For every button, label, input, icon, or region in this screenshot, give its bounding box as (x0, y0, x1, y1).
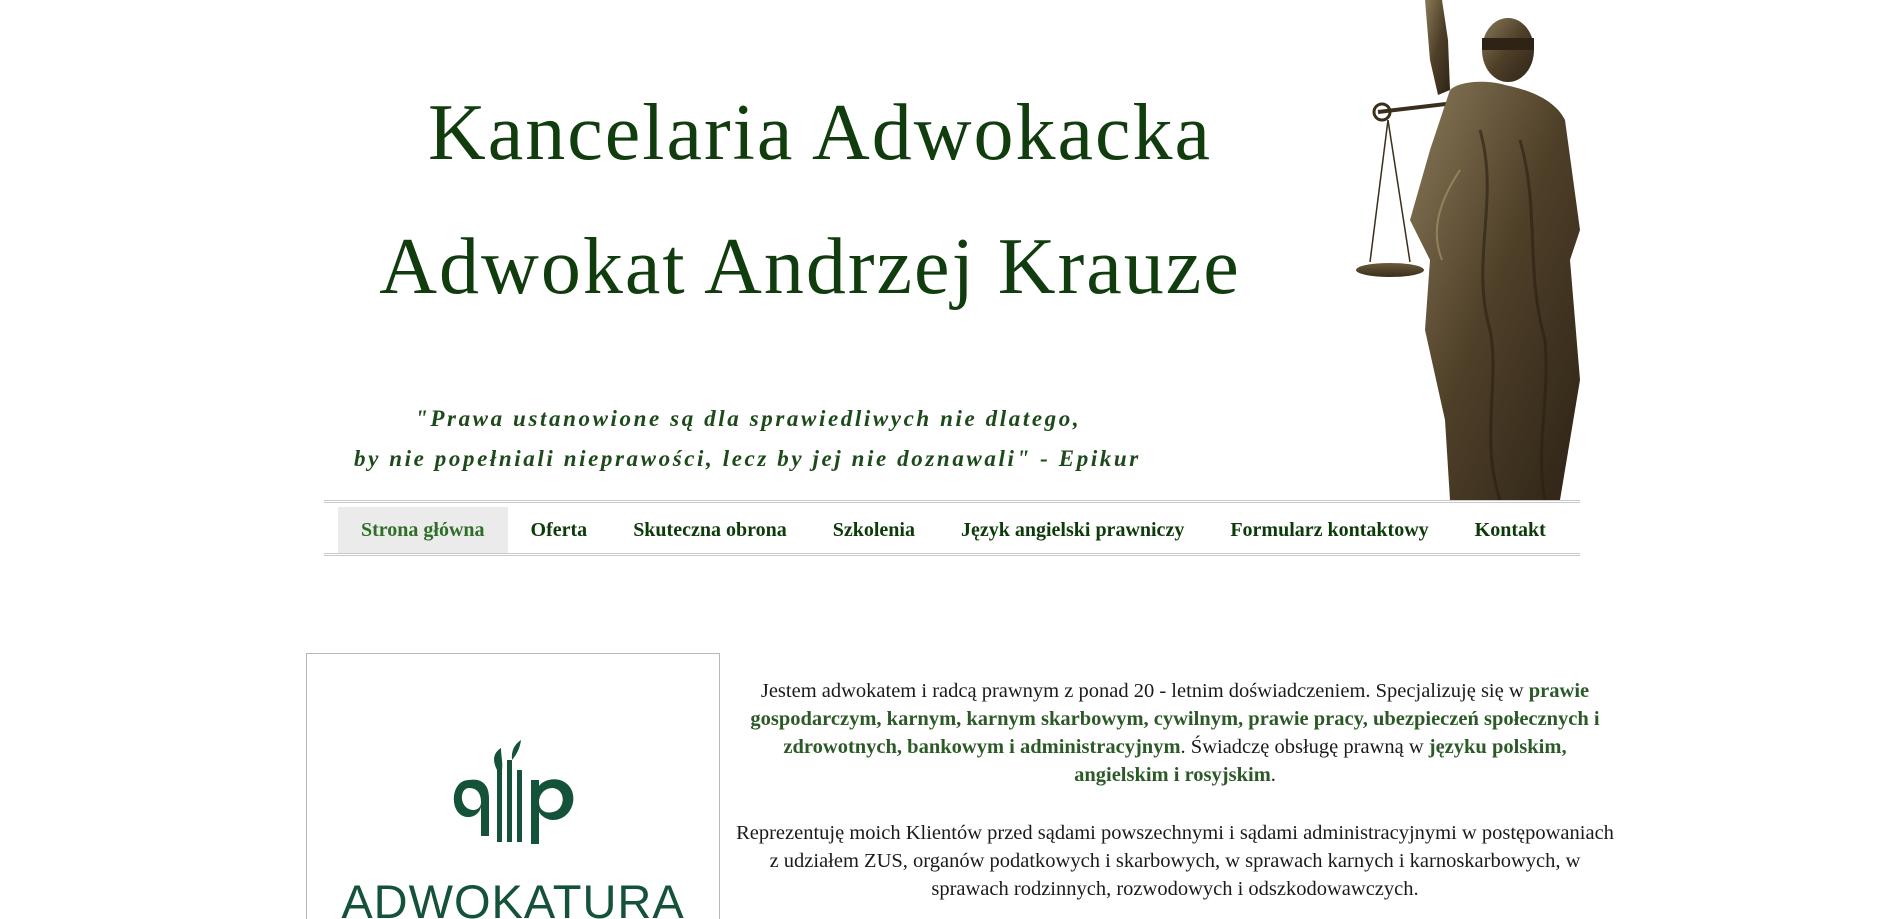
nav-item-skuteczna-obrona[interactable]: Skuteczna obrona (610, 507, 810, 553)
lady-justice-statue-image (1356, 0, 1580, 500)
nav-list: Strona główna Oferta Skuteczna obrona Sz… (338, 507, 1569, 553)
representation-paragraph: Reprezentuję moich Klientów przed sądami… (736, 822, 1614, 900)
main-navigation: Strona główna Oferta Skuteczna obrona Sz… (324, 500, 1580, 556)
adwokatura-logo-box: ADWOKATURA (306, 653, 720, 919)
adwokatura-logo-icon (453, 740, 574, 844)
site-title-line2: Adwokat Andrzej Krauze (379, 223, 1241, 311)
nav-item-szkolenia[interactable]: Szkolenia (810, 507, 938, 553)
nav-item-strona-glowna[interactable]: Strona główna (338, 507, 508, 553)
nav-item-jezyk-angielski-prawniczy[interactable]: Język angielski prawniczy (938, 507, 1207, 553)
quote-line1: "Prawa ustanowione są dla sprawiedliwych… (415, 406, 1082, 431)
intro-mid-text: . Świadczę obsługę prawną w (1180, 736, 1429, 758)
nav-item-kontakt[interactable]: Kontakt (1452, 507, 1569, 553)
site-header: Kancelaria Adwokacka Adwokat Andrzej Kra… (0, 0, 1887, 500)
intro-text: Jestem adwokatem i radcą prawnym z ponad… (760, 680, 1529, 702)
intro-end-text: . (1270, 764, 1276, 786)
nav-item-oferta[interactable]: Oferta (508, 507, 611, 553)
quote-line2: by nie popełniali nieprawości, lecz by j… (354, 446, 1141, 471)
intro-paragraph: Jestem adwokatem i radcą prawnym z ponad… (735, 677, 1615, 789)
site-title-line1: Kancelaria Adwokacka (427, 89, 1213, 177)
nav-item-formularz-kontaktowy[interactable]: Formularz kontaktowy (1207, 507, 1451, 553)
main-content: Jestem adwokatem i radcą prawnym z ponad… (735, 677, 1615, 919)
adwokatura-logo-text: ADWOKATURA (341, 875, 685, 919)
